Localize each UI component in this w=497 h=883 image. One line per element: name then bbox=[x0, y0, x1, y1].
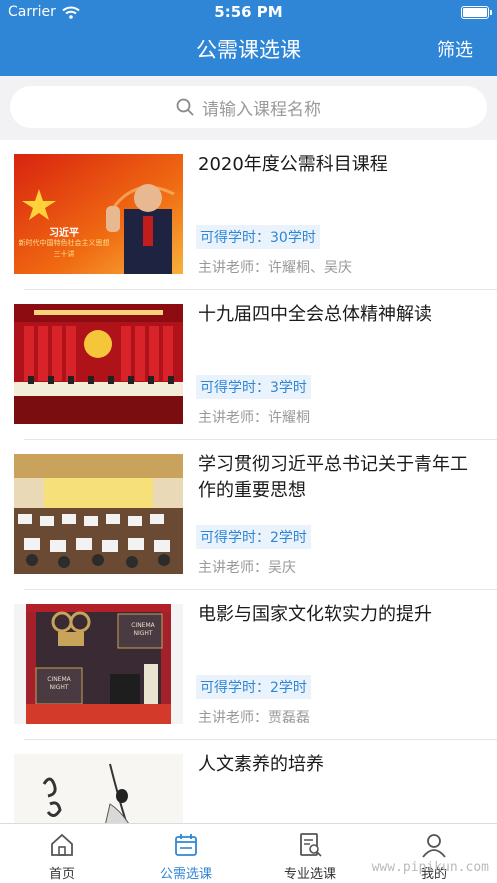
course-hours: 可得学时：30学时 bbox=[196, 225, 320, 249]
thumb-caption-2: CINEMA NIGHT bbox=[47, 676, 71, 691]
course-title: 学习贯彻习近平总书记关于青年工作的重要思想 bbox=[198, 454, 468, 501]
course-item[interactable]: CINEMA NIGHT CINEMA NIGHT 电影与国家文化软实力的提升 … bbox=[0, 590, 497, 740]
battery-icon bbox=[461, 6, 492, 19]
course-title: 电影与国家文化软实力的提升 bbox=[198, 604, 432, 625]
filter-button[interactable]: 筛选 bbox=[437, 36, 473, 62]
tab-label: 首页 bbox=[48, 867, 75, 882]
course-hours: 可得学时：3学时 bbox=[196, 375, 311, 399]
course-teacher: 主讲老师：吴庆 bbox=[198, 560, 296, 576]
status-bar: Carrier 5:56 PM bbox=[0, 0, 497, 26]
thumb-subcaption-2: 三十讲 bbox=[53, 250, 75, 258]
watermark: www.pipikun.com bbox=[371, 860, 489, 875]
search-placeholder: 请输入课程名称 bbox=[202, 99, 321, 120]
person-icon bbox=[422, 834, 446, 858]
course-teacher: 主讲老师：贾磊磊 bbox=[198, 710, 310, 726]
thumb-caption: 习近平 bbox=[49, 228, 79, 239]
course-item[interactable]: 人文素养的培养 bbox=[0, 740, 497, 823]
tab-label: 公需选课 bbox=[159, 867, 212, 882]
calendar-icon bbox=[175, 834, 197, 856]
thumb-caption: CINEMA NIGHT bbox=[131, 622, 155, 637]
course-hours: 可得学时：2学时 bbox=[196, 675, 311, 699]
course-item[interactable]: 习近平 新时代中国特色社会主义思想 三十讲 2020年度公需科目课程 可得学时：… bbox=[0, 140, 497, 290]
course-item[interactable]: 学习贯彻习近平总书记关于青年工作的重要思想 可得学时：2学时 主讲老师：吴庆 bbox=[0, 440, 497, 590]
course-teacher: 主讲老师：许耀桐、吴庆 bbox=[198, 260, 352, 276]
course-title: 2020年度公需科目课程 bbox=[198, 154, 388, 175]
page-title: 公需课选课 bbox=[196, 38, 301, 62]
course-teacher: 主讲老师：许耀桐 bbox=[198, 410, 310, 426]
search-icon bbox=[176, 98, 194, 116]
thumb-subcaption: 新时代中国特色社会主义思想 bbox=[18, 239, 110, 247]
course-list: 习近平 新时代中国特色社会主义思想 三十讲 2020年度公需科目课程 可得学时：… bbox=[0, 140, 497, 823]
tab-home[interactable]: 首页 bbox=[0, 824, 124, 883]
course-hours: 可得学时：2学时 bbox=[196, 525, 311, 549]
course-title: 十九届四中全会总体精神解读 bbox=[198, 304, 432, 325]
course-thumbnail: CINEMA NIGHT CINEMA NIGHT bbox=[14, 604, 183, 724]
tab-label: 专业选课 bbox=[283, 867, 336, 882]
course-thumbnail bbox=[14, 454, 183, 574]
status-time: 5:56 PM bbox=[214, 3, 283, 21]
document-search-icon bbox=[300, 833, 322, 857]
course-title: 人文素养的培养 bbox=[198, 754, 324, 775]
home-icon bbox=[51, 833, 73, 856]
course-thumbnail bbox=[14, 754, 183, 823]
tab-public-courses[interactable]: 公需选课 bbox=[124, 824, 248, 883]
course-thumbnail bbox=[14, 304, 183, 424]
course-item[interactable]: 十九届四中全会总体精神解读 可得学时：3学时 主讲老师：许耀桐 bbox=[0, 290, 497, 440]
tab-professional-courses[interactable]: 专业选课 bbox=[248, 824, 372, 883]
search-input[interactable]: 请输入课程名称 bbox=[10, 86, 487, 128]
app-header: Carrier 5:56 PM 公需课选课 筛选 bbox=[0, 0, 497, 76]
search-area: 请输入课程名称 bbox=[0, 76, 497, 140]
course-thumbnail: 习近平 新时代中国特色社会主义思想 三十讲 bbox=[14, 154, 183, 274]
